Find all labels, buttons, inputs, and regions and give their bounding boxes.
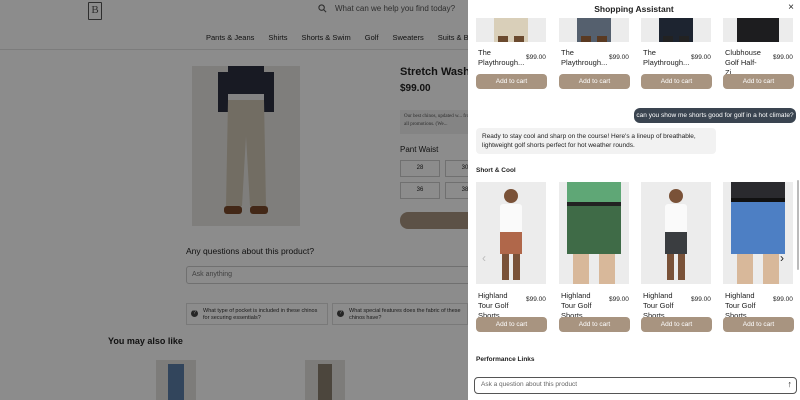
- product-image[interactable]: [476, 182, 546, 284]
- product-name[interactable]: The Playthrough...: [561, 48, 607, 68]
- product-name[interactable]: The Playthrough...: [643, 48, 689, 68]
- user-message: can you show me shorts good for golf in …: [634, 108, 796, 123]
- add-to-cart-button[interactable]: Add to cart: [559, 317, 630, 332]
- product-image[interactable]: [559, 182, 629, 284]
- shorts-color: [500, 232, 522, 254]
- add-to-cart-button[interactable]: Add to cart: [476, 74, 547, 89]
- chevron-left-icon[interactable]: ‹: [482, 251, 486, 265]
- scrollbar[interactable]: [797, 180, 799, 270]
- product-name[interactable]: The Playthrough...: [478, 48, 524, 68]
- modal-overlay[interactable]: [0, 0, 468, 400]
- add-to-cart-button[interactable]: Add to cart: [723, 74, 794, 89]
- add-to-cart-button[interactable]: Add to cart: [641, 74, 712, 89]
- section-heading: Performance Links: [476, 356, 535, 363]
- input-placeholder: Ask a question about this product: [481, 381, 578, 388]
- shopping-assistant-panel: The Playthrough... $99.00 Add to cart Th…: [468, 0, 800, 400]
- product-image[interactable]: [641, 182, 711, 284]
- add-to-cart-button[interactable]: Add to cart: [476, 317, 547, 332]
- section-heading: Short & Cool: [476, 167, 516, 174]
- close-icon[interactable]: ×: [788, 2, 794, 13]
- assistant-message: Ready to stay cool and sharp on the cour…: [476, 128, 716, 154]
- product-price: $99.00: [773, 296, 793, 303]
- product-price: $99.00: [691, 54, 711, 61]
- chevron-right-icon[interactable]: ›: [780, 251, 784, 265]
- assistant-input[interactable]: Ask a question about this product ↑: [474, 377, 797, 394]
- product-price: $99.00: [609, 296, 629, 303]
- product-price: $99.00: [526, 296, 546, 303]
- panel-title: Shopping Assistant: [594, 4, 674, 14]
- arrow-up-icon[interactable]: ↑: [788, 379, 793, 389]
- add-to-cart-button[interactable]: Add to cart: [723, 317, 794, 332]
- product-image[interactable]: [723, 182, 793, 284]
- product-price: $99.00: [691, 296, 711, 303]
- product-price: $99.00: [526, 54, 546, 61]
- panel-header: Shopping Assistant ×: [468, 0, 800, 18]
- product-price: $99.00: [773, 54, 793, 61]
- add-to-cart-button[interactable]: Add to cart: [641, 317, 712, 332]
- product-price: $99.00: [609, 54, 629, 61]
- add-to-cart-button[interactable]: Add to cart: [559, 74, 630, 89]
